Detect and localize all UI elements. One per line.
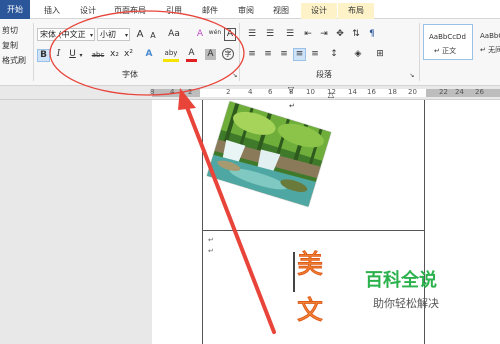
annotation-arrow-shaft — [183, 100, 276, 334]
annotation-overlay — [49, 10, 276, 334]
annotation-ellipse — [49, 10, 245, 96]
